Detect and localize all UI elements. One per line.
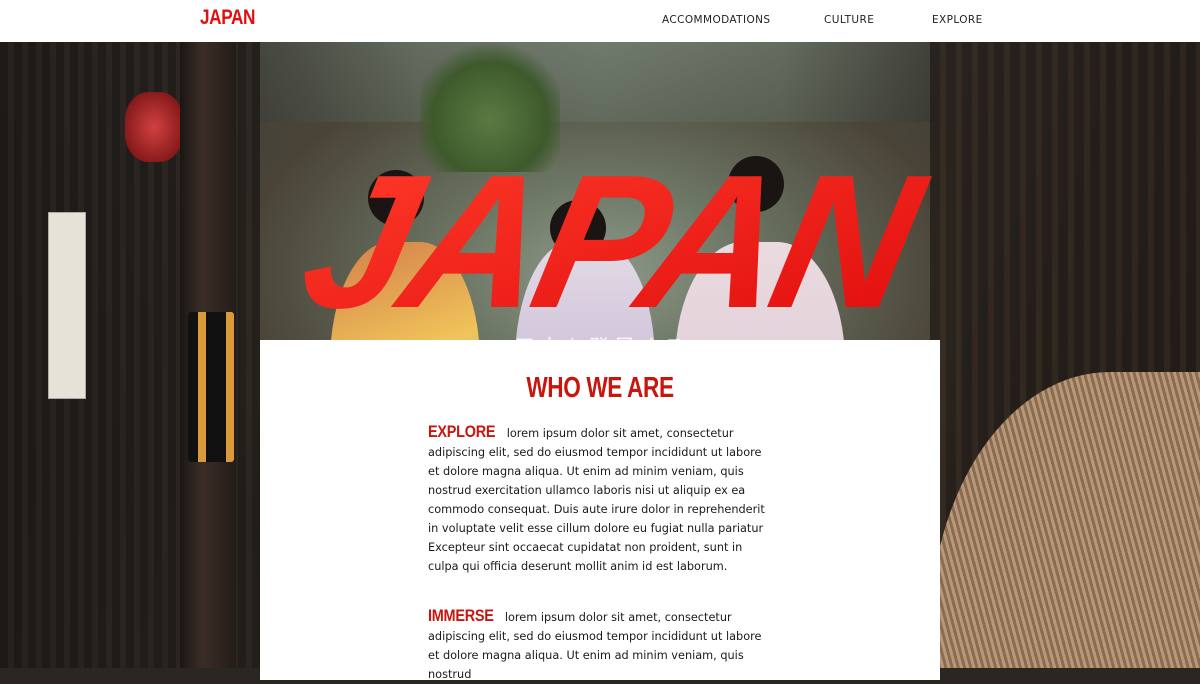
immerse-keyword: IMMERSE	[428, 606, 494, 625]
nav-link-explore[interactable]: EXPLORE	[932, 14, 983, 26]
explore-text: lorem ipsum dolor sit amet, consectetur …	[428, 427, 765, 573]
explore-paragraph: EXPLORE lorem ipsum dolor sit amet, cons…	[428, 422, 768, 576]
top-nav: JAPAN ACCOMMODATIONS CULTURE EXPLORE	[0, 0, 1200, 42]
section-heading: WHO WE ARE	[526, 372, 674, 404]
about-card: WHO WE ARE EXPLORE lorem ipsum dolor sit…	[260, 340, 940, 681]
hero-title-text: JAPAN	[286, 135, 941, 348]
immerse-paragraph: IMMERSE lorem ipsum dolor sit amet, cons…	[428, 606, 768, 684]
hero-brush-title: JAPAN	[286, 135, 941, 348]
nav-link-accommodations[interactable]: ACCOMMODATIONS	[662, 14, 770, 26]
pole-stripes	[188, 312, 234, 462]
nav-link-culture[interactable]: CULTURE	[824, 14, 874, 26]
poster	[48, 212, 86, 399]
lantern	[125, 92, 183, 162]
explore-keyword: EXPLORE	[428, 422, 496, 441]
brand-logo[interactable]: JAPAN	[200, 6, 255, 30]
